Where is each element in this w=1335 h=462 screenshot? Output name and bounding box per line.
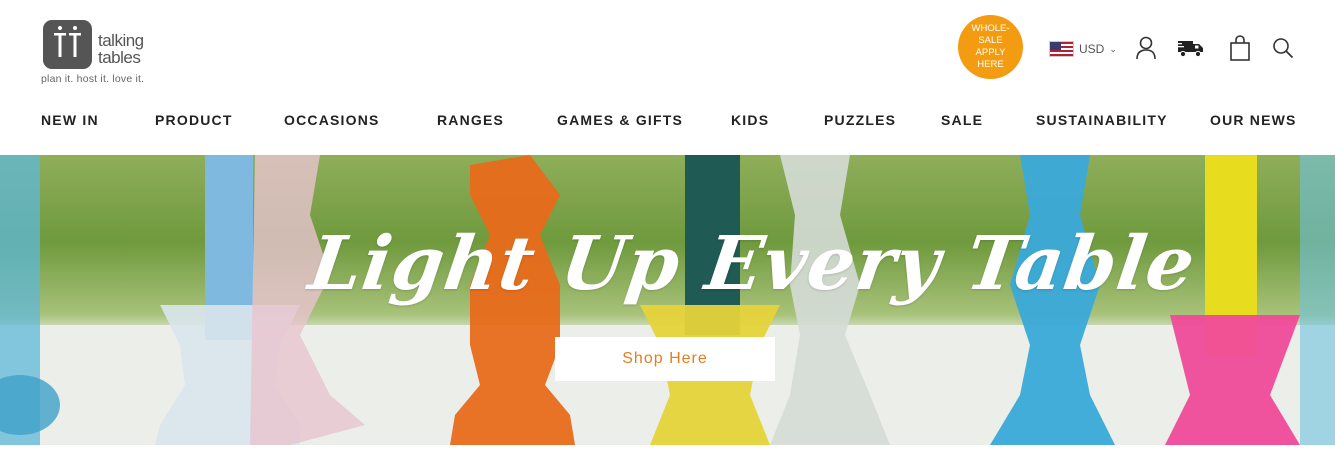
shop-here-button[interactable]: Shop Here — [555, 337, 775, 381]
nav-item-sustainability[interactable]: SUSTAINABILITY — [1036, 112, 1168, 128]
main-navigation: NEW IN PRODUCT OCCASIONS RANGES GAMES & … — [0, 112, 1335, 134]
nav-item-product[interactable]: PRODUCT — [155, 112, 233, 128]
wholesale-apply-badge[interactable]: WHOLE- SALE APPLY HERE — [958, 15, 1023, 79]
search-icon[interactable] — [1270, 34, 1296, 62]
cart-bag-icon[interactable] — [1227, 34, 1253, 62]
account-icon[interactable] — [1133, 34, 1159, 62]
site-header: talking tables plan it. host it. love it… — [0, 0, 1335, 155]
nav-item-new-in[interactable]: NEW IN — [41, 112, 99, 128]
wholesale-line3: APPLY — [975, 47, 1006, 58]
nav-item-occasions[interactable]: OCCASIONS — [284, 112, 380, 128]
wholesale-line4: HERE — [977, 59, 1004, 70]
chevron-down-icon: ⌄ — [1109, 43, 1117, 54]
brand-name-line1: talking — [98, 31, 144, 50]
currency-label: USD — [1079, 42, 1105, 56]
brand-name-line2: tables — [98, 48, 141, 67]
nav-item-puzzles[interactable]: PUZZLES — [824, 112, 896, 128]
nav-item-games-gifts[interactable]: GAMES & GIFTS — [557, 112, 683, 128]
hero-banner[interactable]: Light Up Every Table Shop Here — [0, 155, 1335, 445]
nav-item-our-news[interactable]: OUR NEWS — [1210, 112, 1297, 128]
nav-item-sale[interactable]: SALE — [941, 112, 983, 128]
brand-logo[interactable]: talking tables plan it. host it. love it… — [41, 18, 166, 88]
currency-selector[interactable]: USD ⌄ — [1049, 40, 1117, 58]
brand-tagline: plan it. host it. love it. — [41, 73, 145, 85]
wholesale-line2: SALE — [978, 35, 1003, 46]
us-flag-icon — [1049, 41, 1074, 57]
nav-item-kids[interactable]: KIDS — [731, 112, 769, 128]
nav-item-ranges[interactable]: RANGES — [437, 112, 504, 128]
wholesale-line1: WHOLE- — [971, 23, 1010, 34]
delivery-truck-icon[interactable] — [1176, 34, 1206, 62]
hero-title: Light Up Every Table — [303, 221, 1201, 307]
logo-mark-icon — [43, 20, 92, 69]
